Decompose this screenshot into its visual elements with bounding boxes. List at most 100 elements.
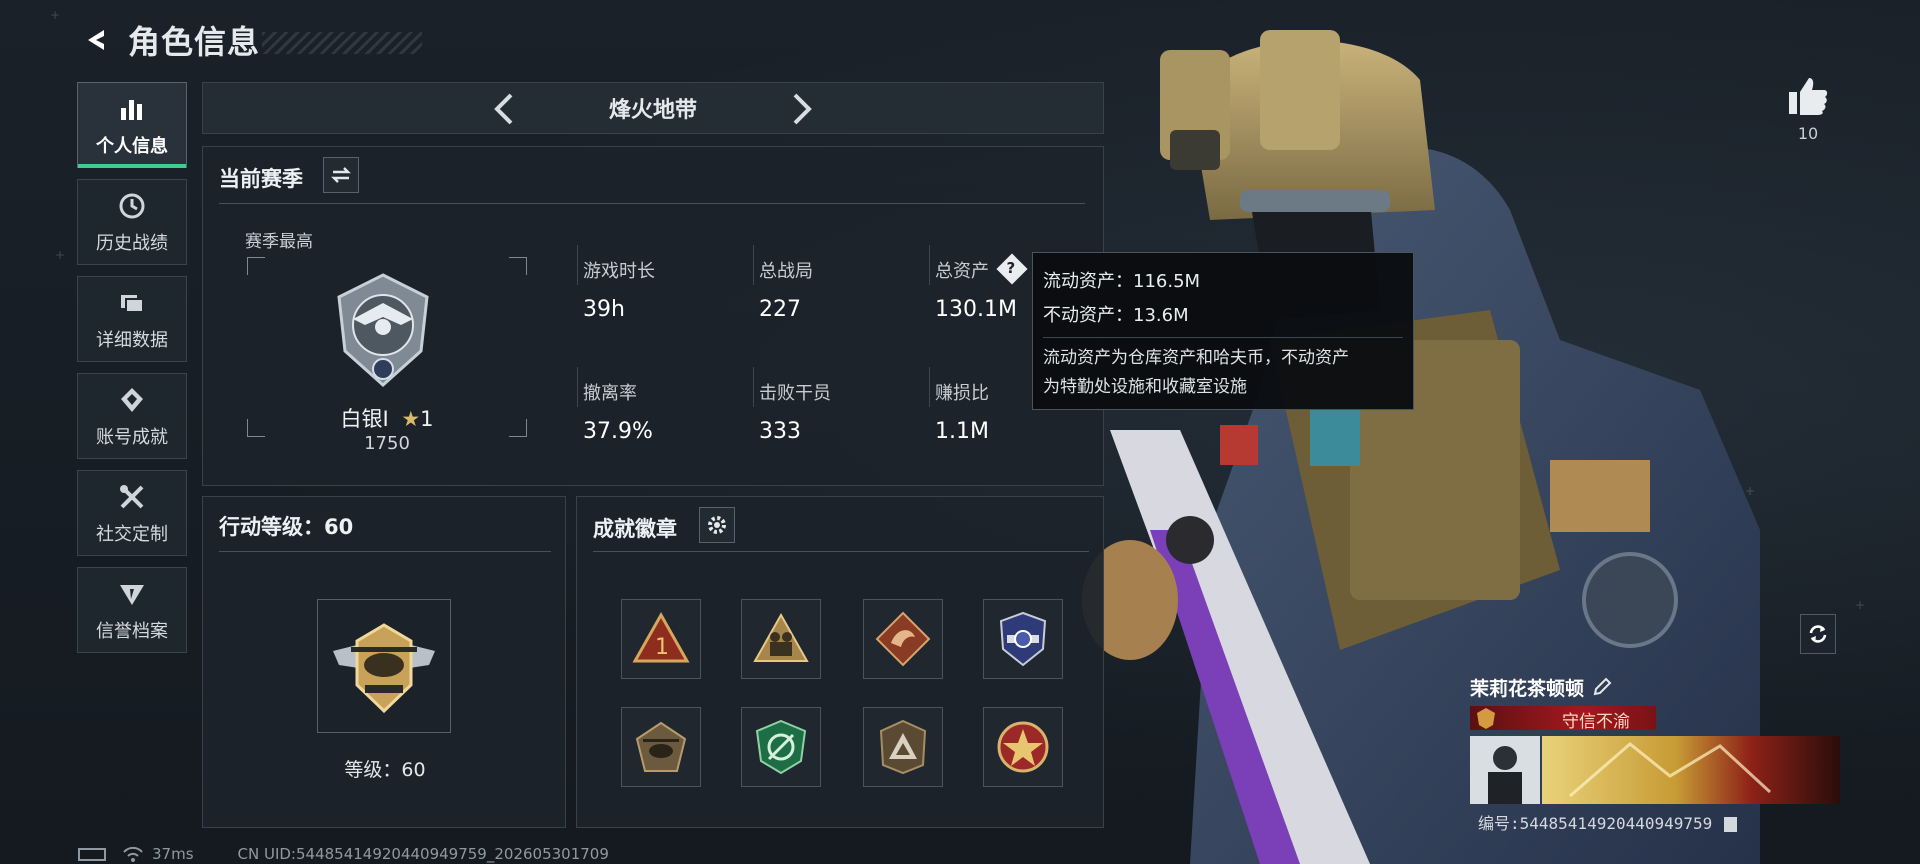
status-bar: 37ms CN UID:54485414920440949759_2026053… — [78, 844, 609, 864]
season-panel: 当前赛季 赛季最高 白银I ★1 1750 游戏时长 39h 总战局 227 总 — [202, 146, 1104, 486]
mode-prev-button[interactable] — [487, 91, 523, 127]
player-name: 茉莉花茶顿顿 — [1470, 677, 1585, 700]
bar-chart-icon — [115, 92, 149, 126]
triangle-badge-icon — [879, 719, 927, 775]
pencil-icon — [1593, 677, 1612, 696]
liquid-assets: 流动资产：116.5M — [1043, 271, 1201, 292]
action-level-panel: 行动等级：60 等级：60 — [202, 496, 566, 828]
soldiers-badge-icon — [753, 612, 809, 662]
back-button[interactable] — [78, 22, 114, 58]
nav-personal-info[interactable]: 个人信息 — [77, 82, 187, 168]
assets-tooltip: 流动资产：116.5M 不动资产：13.6M 流动资产为仓库资产和哈夫币，不动资… — [1032, 252, 1414, 410]
badge-slot[interactable] — [983, 707, 1063, 787]
stat-operators-defeated: 击败干员 333 — [759, 379, 831, 444]
stat-label: 总资产 ? — [935, 253, 1028, 285]
action-level-heading: 行动等级：60 — [219, 515, 354, 539]
tooltip-desc-line1: 流动资产为仓库资产和哈夫币，不动资产 — [1043, 348, 1349, 368]
player-title: 守信不渝 — [1562, 712, 1630, 732]
nav-label: 信誉档案 — [96, 621, 168, 642]
stat-divider — [577, 245, 578, 285]
wifi-icon — [123, 846, 143, 862]
badge-slot[interactable] — [741, 599, 821, 679]
target-badge-icon — [755, 719, 807, 775]
nav-social-custom[interactable]: 社交定制 — [77, 470, 187, 556]
tools-icon — [115, 480, 149, 514]
frame-corner — [509, 257, 527, 275]
rank-score: 1750 — [364, 433, 410, 454]
refresh-button[interactable] — [1800, 614, 1836, 654]
decor-plus: + — [55, 248, 66, 262]
player-name-row: 茉莉花茶顿顿 — [1470, 672, 1840, 702]
chevron-left-icon — [494, 93, 513, 125]
like-button[interactable]: 10 — [1782, 76, 1834, 143]
stat-divider — [929, 245, 930, 285]
help-icon[interactable]: ? — [996, 253, 1028, 285]
side-nav: 个人信息 历史战绩 详细数据 账号成就 社交定制 信誉档案 — [77, 82, 187, 664]
stat-label: 撤离率 — [583, 383, 637, 404]
season-best-label: 赛季最高 — [245, 232, 313, 252]
star-badge-icon — [997, 721, 1049, 773]
copy-icon[interactable] — [1723, 817, 1737, 832]
stat-label: 击败干员 — [759, 383, 831, 404]
player-id: 编号:54485414920440949759 — [1478, 814, 1713, 833]
edit-name-button[interactable] — [1592, 677, 1612, 697]
nav-label: 历史战绩 — [96, 233, 168, 254]
frame-corner — [247, 257, 265, 275]
badge-slot[interactable] — [863, 707, 943, 787]
player-card: 茉莉花茶顿顿 守信不渝 编号:54485414920440949759 — [1470, 672, 1840, 833]
title-decoration — [262, 32, 423, 54]
badge-slot[interactable]: 1 — [621, 599, 701, 679]
rank-title-row: 白银I ★1 — [247, 403, 527, 433]
gear-icon — [708, 516, 726, 534]
stat-value: 333 — [759, 419, 801, 444]
stat-value: 227 — [759, 297, 801, 322]
star-icon: ★ — [401, 407, 421, 431]
season-switch-button[interactable] — [323, 157, 359, 193]
stat-value: 37.9% — [583, 419, 653, 444]
chevron-left-icon — [88, 30, 104, 50]
nav-achievements[interactable]: 账号成就 — [77, 373, 187, 459]
stat-total-matches: 总战局 227 — [759, 257, 813, 322]
helicopter-badge-icon — [635, 721, 687, 772]
nav-credit-file[interactable]: 信誉档案 — [77, 567, 187, 653]
stat-total-assets: 总资产 ? 130.1M — [935, 253, 1028, 322]
achievement-badges-panel: 成就徽章 1 — [576, 496, 1104, 828]
nav-label: 社交定制 — [96, 524, 168, 545]
nav-label: 个人信息 — [96, 136, 168, 157]
player-title-strip: 守信不渝 — [1470, 706, 1656, 732]
rank-stars: 1 — [420, 407, 434, 431]
chevron-right-icon — [793, 93, 812, 125]
stat-play-time: 游戏时长 39h — [583, 257, 655, 322]
folder-icon — [115, 286, 149, 320]
nav-history[interactable]: 历史战绩 — [77, 179, 187, 265]
silver-rank-emblem-icon — [337, 273, 429, 388]
nav-label: 账号成就 — [96, 427, 168, 448]
nav-detailed-data[interactable]: 详细数据 — [77, 276, 187, 362]
shield-badge-icon — [999, 611, 1047, 667]
badge-slot[interactable] — [983, 599, 1063, 679]
badge-slot[interactable] — [741, 707, 821, 787]
stat-divider — [753, 245, 754, 285]
fixed-assets: 不动资产：13.6M — [1043, 305, 1189, 326]
uid-text: CN UID:54485414920440949759_202605301709 — [237, 845, 609, 863]
decor-plus: + — [50, 8, 61, 22]
badges-settings-button[interactable] — [699, 507, 735, 543]
stat-profit-loss: 赚损比 1.1M — [935, 379, 989, 444]
badge-slot[interactable] — [863, 599, 943, 679]
thumbs-up-icon — [1789, 78, 1828, 115]
level-emblem-frame[interactable] — [317, 599, 451, 733]
stat-divider — [577, 367, 578, 407]
dragon-badge-icon — [875, 611, 931, 667]
stat-label: 赚损比 — [935, 383, 989, 404]
mode-selector: 烽火地带 — [202, 82, 1104, 134]
mode-next-button[interactable] — [783, 91, 819, 127]
badge-slot[interactable] — [621, 707, 701, 787]
stat-value: 130.1M — [935, 297, 1017, 322]
rank-frame: 白银I ★1 1750 — [247, 257, 527, 454]
nav-label: 详细数据 — [96, 330, 168, 351]
player-banner[interactable] — [1470, 736, 1840, 804]
decor-plus: + — [1745, 484, 1756, 498]
mode-title: 烽火地带 — [608, 98, 697, 123]
stat-extraction-rate: 撤离率 37.9% — [583, 379, 653, 444]
rank-name: 白银I — [340, 407, 389, 431]
